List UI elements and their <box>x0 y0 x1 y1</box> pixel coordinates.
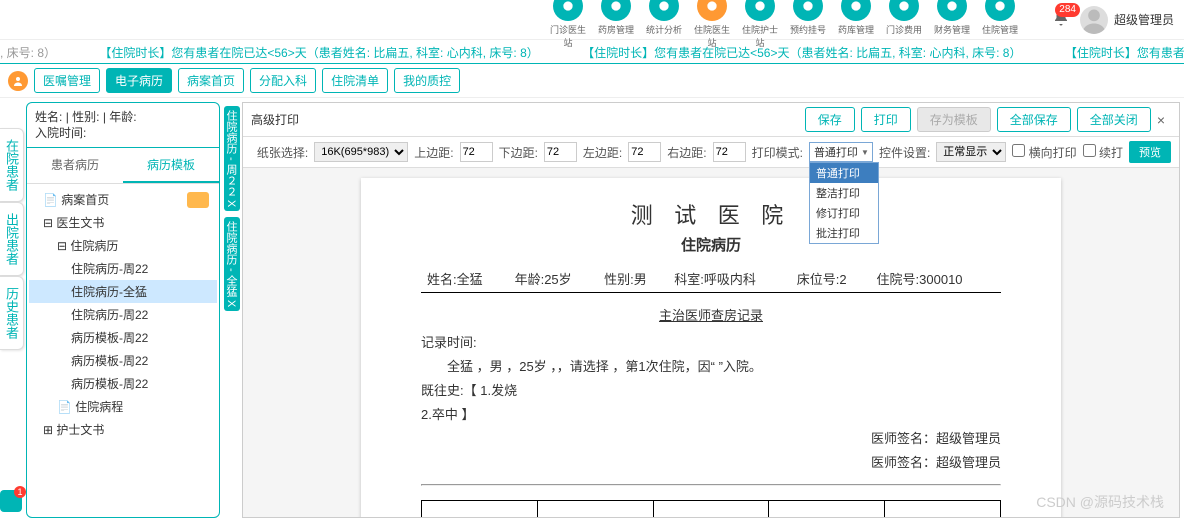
print-mode-select[interactable]: 普通打印 <box>809 142 873 162</box>
rail-tab-0[interactable]: 在院患者 <box>0 128 24 202</box>
top-nav-icons: 门诊医生站药房管理统计分析住院医生站住院护士站预约挂号药库管理门诊费用财务管理住… <box>546 0 1022 49</box>
hospital-name: 测 试 医 院 <box>421 198 1001 230</box>
doc-tab-0[interactable]: 住院病历 - 周２２ X <box>224 106 240 211</box>
tree-item-8[interactable]: 病历模板-周22 <box>29 372 217 395</box>
side-fab[interactable]: 1 <box>0 490 22 512</box>
tree-item-4[interactable]: 住院病历-全猛 <box>29 280 217 303</box>
patient-table: 姓名:全猛年龄:25岁性别:男 科室:呼吸内科床位号:2住院号:300010 <box>421 265 1001 293</box>
tree-item-5[interactable]: 住院病历-周22 <box>29 303 217 326</box>
side-rail: 在院患者出院患者历史患者 1 <box>0 98 22 522</box>
tree-item-0[interactable]: 📄 病案首页 <box>29 188 217 211</box>
blank-table <box>421 500 1001 517</box>
control-select[interactable]: 正常显示 <box>936 142 1006 162</box>
mode-option-2[interactable]: 修订打印 <box>810 203 878 223</box>
document-sheet: 测 试 医 院 住院病历 姓名:全猛年龄:25岁性别:男 科室:呼吸内科床位号:… <box>361 178 1061 517</box>
landscape-checkbox[interactable]: 横向打印 <box>1012 144 1076 161</box>
tree-item-3[interactable]: 住院病历-周22 <box>29 257 217 280</box>
editor-panel: 高级打印 保存打印存为模板全部保存全部关闭 × 纸张选择: 16K(695*98… <box>242 102 1180 518</box>
continue-checkbox[interactable]: 续打 <box>1083 144 1123 161</box>
subtab-0[interactable]: 患者病历 <box>27 148 123 183</box>
rail-tab-2[interactable]: 历史患者 <box>0 276 24 350</box>
doc-tabs-strip: 住院病历 - 周２２ X 住院病历 - 全猛 X <box>224 98 240 522</box>
patient-icon[interactable] <box>8 71 28 91</box>
mode-option-3[interactable]: 批注打印 <box>810 223 878 243</box>
nav-icon-1[interactable] <box>601 0 631 21</box>
margin-right-input[interactable] <box>713 142 746 162</box>
nav-icon-5[interactable] <box>793 0 823 21</box>
nav-icon-9[interactable] <box>985 0 1015 21</box>
nav-icon-7[interactable] <box>889 0 919 21</box>
mode-option-0[interactable]: 普通打印 <box>810 163 878 183</box>
margin-bottom-input[interactable] <box>544 142 577 162</box>
avatar <box>1080 6 1108 34</box>
notification-badge: 284 <box>1055 3 1080 17</box>
preview-button[interactable]: 预览 <box>1129 141 1171 163</box>
editor-btn-2[interactable]: 存为模板 <box>917 107 991 132</box>
editor-btn-4[interactable]: 全部关闭 <box>1077 107 1151 132</box>
tree-item-6[interactable]: 病历模板-周22 <box>29 326 217 349</box>
toolbar-btn-2[interactable]: 病案首页 <box>178 68 244 93</box>
toolbar-btn-1[interactable]: 电子病历 <box>106 68 172 93</box>
margin-top-input[interactable] <box>460 142 493 162</box>
close-icon[interactable]: × <box>1151 112 1171 128</box>
tree-item-1[interactable]: ⊟ 医生文书 <box>29 211 217 234</box>
secondary-toolbar: 医嘱管理电子病历病案首页分配入科住院清单我的质控 <box>0 64 1184 98</box>
rail-tab-1[interactable]: 出院患者 <box>0 202 24 276</box>
margin-left-input[interactable] <box>628 142 661 162</box>
tree: 📄 病案首页⊟ 医生文书⊟ 住院病历住院病历-周22住院病历-全猛住院病历-周2… <box>27 184 219 517</box>
username: 超级管理员 <box>1114 11 1174 28</box>
print-mode-dropdown: 普通打印整洁打印修订打印批注打印 <box>809 162 879 244</box>
subtab-1[interactable]: 病历模板 <box>123 148 219 183</box>
tree-item-9[interactable]: 📄 住院病程 <box>29 395 217 418</box>
nav-icon-8[interactable] <box>937 0 967 21</box>
nav-icon-2[interactable] <box>649 0 679 21</box>
tree-item-10[interactable]: ⊞ 护士文书 <box>29 418 217 441</box>
patient-info-header: 姓名: | 性别: | 年龄: 入院时间: <box>27 103 219 148</box>
editor-btn-1[interactable]: 打印 <box>861 107 911 132</box>
refresh-icon[interactable] <box>187 192 209 208</box>
mode-option-1[interactable]: 整洁打印 <box>810 183 878 203</box>
sub-tabs: 患者病历病历模板 <box>27 148 219 184</box>
doc-title: 住院病历 <box>421 234 1001 255</box>
nav-icon-4[interactable] <box>745 0 775 21</box>
user-box[interactable]: 超级管理员 <box>1080 6 1174 34</box>
notification-bell[interactable]: 284 <box>1052 9 1070 30</box>
main: 在院患者出院患者历史患者 1 姓名: | 性别: | 年龄: 入院时间: 患者病… <box>0 98 1184 522</box>
paper-select[interactable]: 16K(695*983) <box>314 142 408 162</box>
toolbar-btn-3[interactable]: 分配入科 <box>250 68 316 93</box>
editor-btn-3[interactable]: 全部保存 <box>997 107 1071 132</box>
editor-btn-0[interactable]: 保存 <box>805 107 855 132</box>
nav-icon-0[interactable] <box>553 0 583 21</box>
nav-icon-6[interactable] <box>841 0 871 21</box>
toolbar-btn-0[interactable]: 医嘱管理 <box>34 68 100 93</box>
page-canvas: 测 试 医 院 住院病历 姓名:全猛年龄:25岁性别:男 科室:呼吸内科床位号:… <box>243 168 1179 517</box>
marquee: , 床号: 8） 【住院时长】您有患者在院已达<56>天（患者姓名: 比扁五, … <box>0 40 1184 64</box>
left-panel: 姓名: | 性别: | 年龄: 入院时间: 患者病历病历模板 📄 病案首页⊟ 医… <box>26 102 220 518</box>
print-options: 纸张选择: 16K(695*983) 上边距: 下边距: 左边距: 右边距: 打… <box>243 137 1179 168</box>
section-title: 主治医师查房记录 <box>421 305 1001 324</box>
editor-title: 高级打印 <box>251 111 299 128</box>
toolbar-btn-4[interactable]: 住院清单 <box>322 68 388 93</box>
tree-item-2[interactable]: ⊟ 住院病历 <box>29 234 217 257</box>
record-body: 记录时间: 全猛 ，男 ，25岁 ，，请选择 ，第1次住院，因“ ”入院。 既往… <box>421 332 1001 474</box>
tree-item-7[interactable]: 病历模板-周22 <box>29 349 217 372</box>
top-bar: 门诊医生站药房管理统计分析住院医生站住院护士站预约挂号药库管理门诊费用财务管理住… <box>0 0 1184 40</box>
nav-icon-3[interactable] <box>697 0 727 21</box>
doc-tab-1[interactable]: 住院病历 - 全猛 X <box>224 217 240 311</box>
toolbar-btn-5[interactable]: 我的质控 <box>394 68 460 93</box>
